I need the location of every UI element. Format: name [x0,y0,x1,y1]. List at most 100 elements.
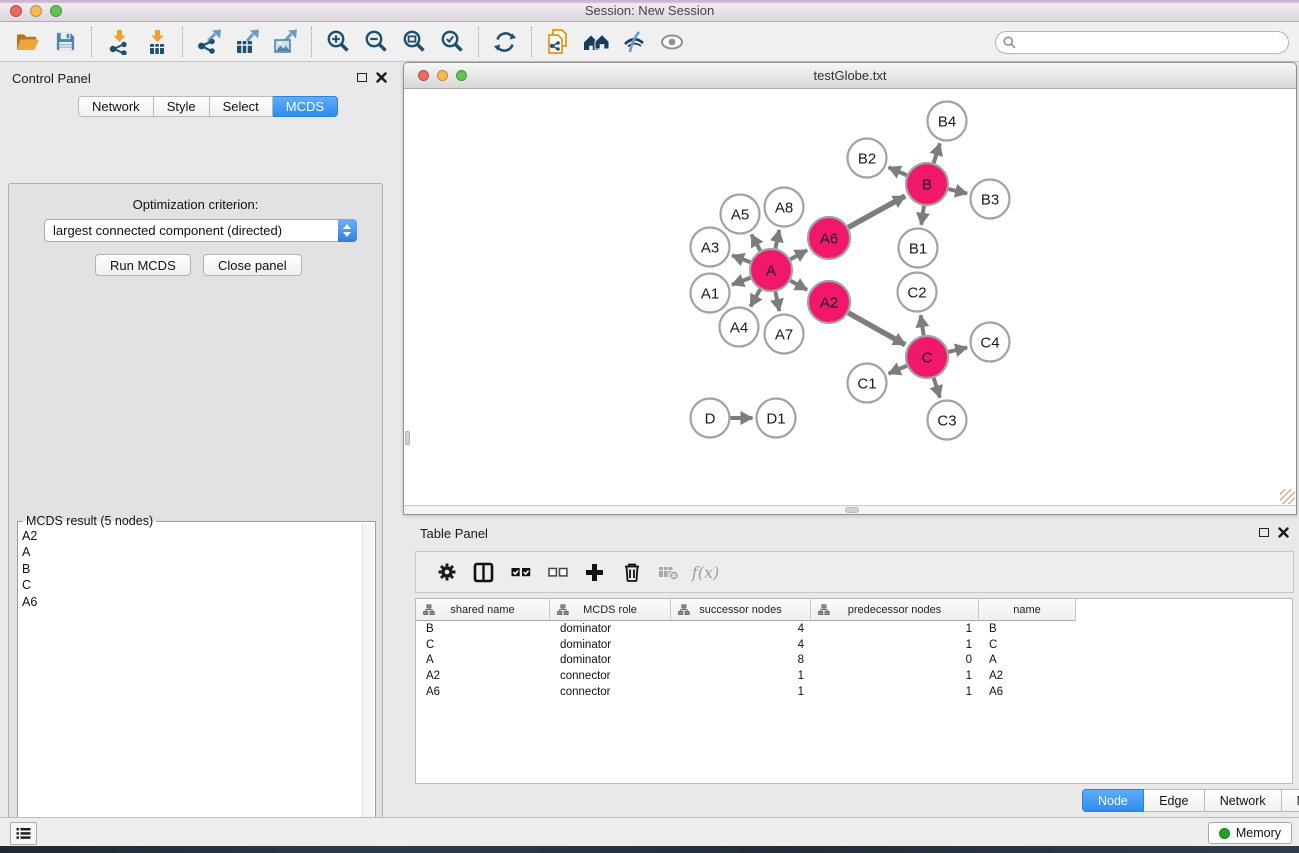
graph-node-A1[interactable]: A1 [691,274,730,313]
graph-node-A8[interactable]: A8 [765,188,804,227]
graph-node-B2[interactable]: B2 [848,139,887,178]
table-cell-mcds_role[interactable]: dominator [550,623,671,635]
graph-node-D[interactable]: D [691,399,730,438]
table-cell-successor_nodes[interactable]: 1 [671,670,811,682]
graph-node-B[interactable]: B [906,163,948,205]
table-cell-predecessor_nodes[interactable]: 1 [811,686,979,698]
table-cell-name[interactable]: A [979,654,1076,666]
table-cell-shared_name[interactable]: C [416,639,550,651]
delete-table-button[interactable] [650,555,687,589]
table-cell-shared_name[interactable]: A [416,654,550,666]
table-row[interactable]: Bdominator41B [416,621,1292,637]
table-cell-predecessor_nodes[interactable]: 1 [811,670,979,682]
mcds-result-item[interactable]: A2 [22,528,359,544]
run-mcds-button[interactable]: Run MCDS [95,254,191,276]
table-cell-shared_name[interactable]: A6 [416,686,550,698]
graph-edge-B-B1[interactable] [921,206,924,225]
mcds-result-item[interactable]: B [22,561,359,577]
graph-edge-C-C3[interactable] [934,378,940,398]
zoom-fit-button[interactable] [395,25,433,59]
table-cell-shared_name[interactable]: B [416,623,550,635]
resize-grip[interactable] [1280,489,1295,504]
table-cell-shared_name[interactable]: A2 [416,670,550,682]
table-cell-predecessor_nodes[interactable]: 1 [811,639,979,651]
export-image-button[interactable] [266,25,304,59]
table-cell-successor_nodes[interactable]: 4 [671,623,811,635]
close-panel-icon[interactable] [376,72,387,83]
table-cell-name[interactable]: B [979,623,1076,635]
table-cell-successor_nodes[interactable]: 8 [671,654,811,666]
import-network-button[interactable] [99,25,137,59]
graph-edge-A-A5[interactable] [751,235,760,251]
column-header-successor-nodes[interactable]: successor nodes [671,599,811,621]
graph-node-B1[interactable]: B1 [899,229,938,268]
network-vertical-scrollbar[interactable] [404,89,411,506]
graph-node-C[interactable]: C [906,336,948,378]
graph-node-B3[interactable]: B3 [971,180,1010,219]
graph-node-A2[interactable]: A2 [808,281,850,323]
graph-edge-B-B4[interactable] [934,143,940,163]
column-header-mcds-role[interactable]: MCDS role [550,599,671,621]
graph-node-A6[interactable]: A6 [808,217,850,259]
tab-style[interactable]: Style [154,96,210,117]
graph-node-C2[interactable]: C2 [898,273,937,312]
search-field[interactable] [995,31,1289,54]
graph-edge-A-A4[interactable] [751,289,761,306]
table-cell-mcds_role[interactable]: dominator [550,654,671,666]
column-header-predecessor-nodes[interactable]: predecessor nodes [811,599,979,621]
save-session-button[interactable] [46,25,84,59]
graph-edge-C-C1[interactable] [889,366,907,374]
graph-edge-A-A2[interactable] [790,281,807,290]
graph-edge-A-A7[interactable] [775,292,779,311]
graph-node-C1[interactable]: C1 [848,364,887,403]
graph-node-C3[interactable]: C3 [928,401,967,440]
table-cell-predecessor_nodes[interactable]: 1 [811,623,979,635]
graph-edge-A-A3[interactable] [732,255,750,262]
table-cell-name[interactable]: C [979,639,1076,651]
hide-selected-button[interactable] [615,25,653,59]
column-header-shared-name[interactable]: shared name [416,599,550,621]
zoom-out-button[interactable] [357,25,395,59]
graph-edge-A-A6[interactable] [790,250,807,259]
graph-edge-A-A8[interactable] [775,230,779,248]
zoom-selected-button[interactable] [433,25,471,59]
graph-edge-C-C4[interactable] [948,347,967,351]
graph-edge-A-A1[interactable] [732,278,750,285]
tab-edge-table[interactable]: Edge Table [1144,789,1205,812]
task-history-button[interactable] [10,822,37,845]
deselect-all-button[interactable] [539,555,576,589]
memory-button[interactable]: Memory [1208,822,1292,844]
network-horizontal-scrollbar[interactable] [404,505,1296,514]
first-neighbors-button[interactable] [577,25,615,59]
table-cell-name[interactable]: A2 [979,670,1076,682]
table-cell-predecessor_nodes[interactable]: 0 [811,654,979,666]
tab-node-table[interactable]: Node Table [1082,789,1144,812]
tab-network-table[interactable]: Network Table [1205,789,1282,812]
float-table-panel-icon[interactable] [1259,528,1269,537]
close-panel-button[interactable]: Close panel [203,254,302,276]
table-row[interactable]: Cdominator41C [416,637,1292,653]
table-row[interactable]: A2connector11A2 [416,668,1292,684]
open-file-button[interactable] [8,25,46,59]
mcds-result-item[interactable]: C [22,577,359,593]
network-canvas[interactable]: B4B2BB3A8A5A6A3B1AC2A1A2A4A7C4CC1DC3D1 [404,89,1296,506]
graph-edge-C-C2[interactable] [921,315,924,335]
optimization-criterion-dropdown[interactable]: largest connected component (directed) [44,219,357,242]
add-column-button[interactable] [576,555,613,589]
graph-node-D1[interactable]: D1 [757,399,796,438]
new-network-from-selection-button[interactable] [539,25,577,59]
float-panel-icon[interactable] [357,73,367,82]
table-cell-name[interactable]: A6 [979,686,1076,698]
graph-node-B4[interactable]: B4 [928,102,967,141]
delete-column-button[interactable] [613,555,650,589]
graph-node-C4[interactable]: C4 [971,323,1010,362]
zoom-in-button[interactable] [319,25,357,59]
mcds-result-item[interactable]: A6 [22,594,359,610]
table-cell-mcds_role[interactable]: connector [550,670,671,682]
tab-motifs[interactable]: Motifs [1282,789,1299,812]
import-table-button[interactable] [137,25,175,59]
graph-node-A3[interactable]: A3 [691,228,730,267]
tab-select[interactable]: Select [210,96,273,117]
table-settings-button[interactable] [428,555,465,589]
graph-edge-A6-B[interactable] [848,196,905,227]
